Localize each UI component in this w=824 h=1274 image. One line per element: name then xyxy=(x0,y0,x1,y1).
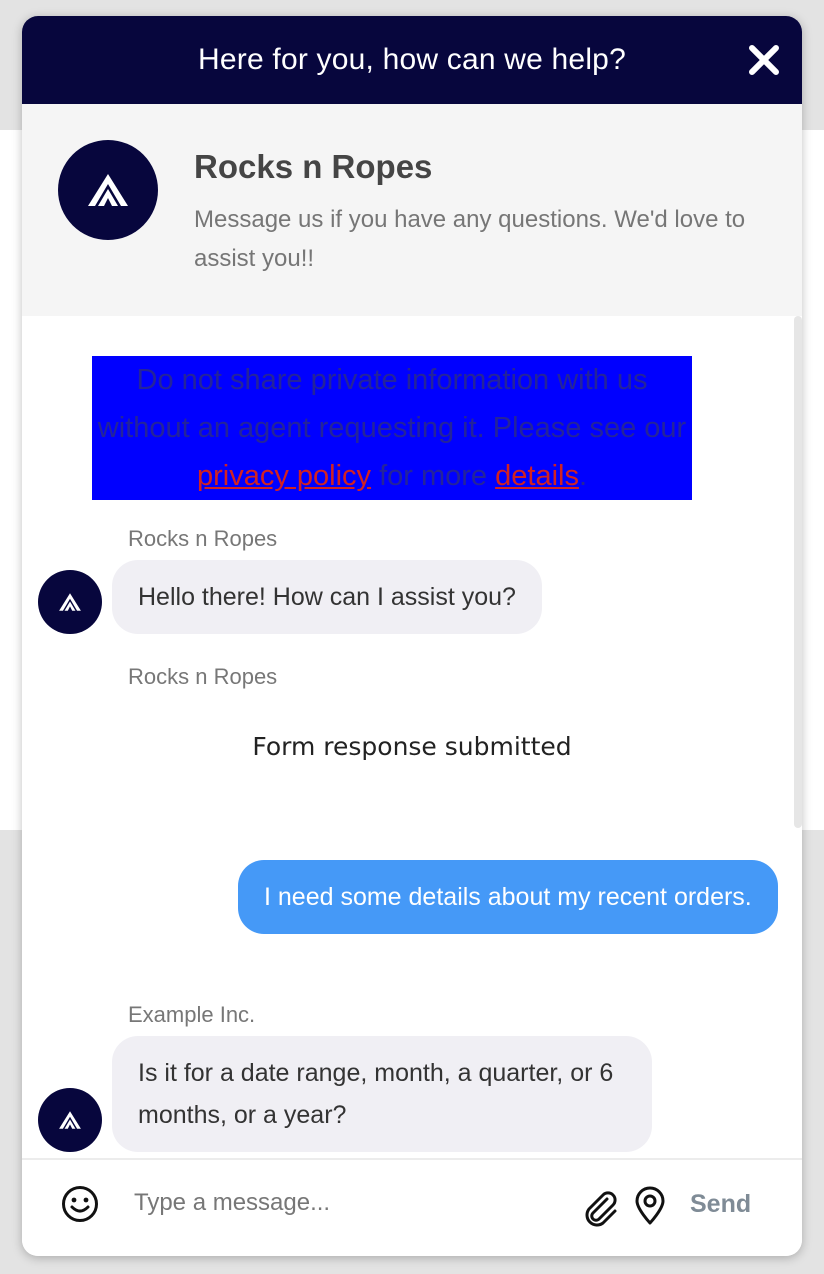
agent-avatar xyxy=(38,570,102,634)
message-sender: Example Inc. xyxy=(128,1002,256,1027)
privacy-notice: Do not share private information with us… xyxy=(92,356,692,500)
attach-file-button[interactable] xyxy=(580,1188,620,1228)
form-status-text: Form response submitted xyxy=(252,732,572,761)
agent-avatar xyxy=(38,1088,102,1152)
emoji-icon xyxy=(62,1186,98,1222)
close-button[interactable] xyxy=(744,40,784,80)
message-list[interactable]: Do not share private information with us… xyxy=(22,316,802,1158)
chat-header-bar: Here for you, how can we help? xyxy=(22,16,802,104)
mountain-logo-icon xyxy=(59,593,81,611)
chat-header-title: Here for you, how can we help? xyxy=(198,43,626,76)
privacy-notice-text-middle: for more xyxy=(371,460,496,492)
message-input[interactable] xyxy=(134,1178,574,1228)
paperclip-icon xyxy=(585,1191,617,1227)
brand-avatar xyxy=(58,140,158,240)
mountain-logo-icon xyxy=(59,1111,81,1129)
brand-name: Rocks n Ropes xyxy=(194,148,433,185)
outgoing-message-bubble: I need some details about my recent orde… xyxy=(238,860,778,934)
share-location-button[interactable] xyxy=(632,1186,668,1226)
brand-header: Rocks n Ropes Message us if you have any… xyxy=(22,104,802,316)
privacy-notice-text: Do not share private information with us… xyxy=(97,364,687,444)
message-sender: Rocks n Ropes xyxy=(128,526,278,551)
location-pin-icon xyxy=(635,1186,665,1225)
incoming-message-bubble: Hello there! How can I assist you? xyxy=(112,560,542,634)
chat-widget: Here for you, how can we help? Rocks n R… xyxy=(22,16,802,1256)
mountain-logo-icon xyxy=(88,174,128,206)
privacy-policy-link[interactable]: privacy policy xyxy=(197,460,371,492)
message-composer: Send xyxy=(22,1158,802,1256)
details-link[interactable]: details xyxy=(495,460,579,492)
brand-description: Message us if you have any questions. We… xyxy=(194,206,746,272)
emoji-button[interactable] xyxy=(60,1184,100,1224)
privacy-notice-text-end: . xyxy=(578,460,588,492)
incoming-message-bubble: Is it for a date range, month, a quarter… xyxy=(112,1036,652,1152)
close-icon xyxy=(749,45,779,75)
message-sender: Rocks n Ropes xyxy=(128,664,278,689)
send-button[interactable]: Send xyxy=(690,1190,751,1219)
